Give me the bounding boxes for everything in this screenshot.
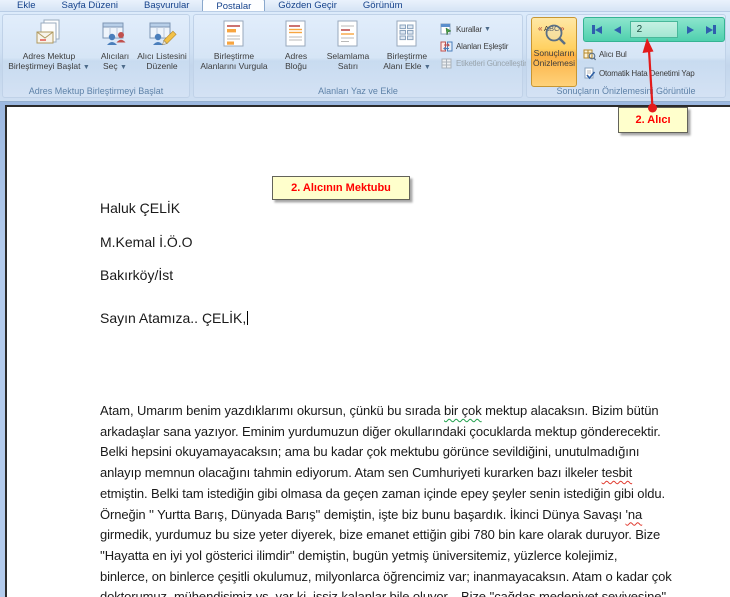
edit-recipient-list-button[interactable]: Alıcı Listesini Düzenle xyxy=(133,17,191,85)
group-write-insert-fields: Birleştirme Alanlarını Vurgula Adres Blo… xyxy=(193,14,527,98)
spelling-flagged-text: cağdaş xyxy=(494,589,536,597)
record-number-input[interactable]: 2 xyxy=(629,21,679,38)
edit-recipient-list-icon xyxy=(147,17,177,51)
text-run: doktorumuz, mühendisimiz vs. var ki, işs… xyxy=(100,589,495,597)
match-fields-icon xyxy=(440,40,453,53)
svg-text:«: « xyxy=(538,24,543,33)
previous-record-button[interactable] xyxy=(607,20,627,39)
dropdown-arrow-icon: ▼ xyxy=(82,64,90,71)
rules-icon xyxy=(440,23,453,36)
paragraph-line: girmedik, yurdumuz bu size yeter diyerek… xyxy=(100,527,661,543)
spelling-flagged-text: tesbit xyxy=(601,465,633,481)
tab-postalar[interactable]: Postalar xyxy=(202,0,266,12)
letter-city[interactable]: Bakırköy/İst xyxy=(100,267,173,283)
highlight-merge-fields-button[interactable]: Birleştirme Alanlarını Vurgula xyxy=(196,17,272,85)
button-label: Birleştirme Alanlarını Vurgula xyxy=(200,51,268,71)
auto-check-errors-icon xyxy=(583,67,596,80)
paragraph-line: Atam, Umarım benim yazdıklarımı okursun,… xyxy=(100,401,700,422)
button-label: Alıcı Listesini Düzenle xyxy=(137,51,187,71)
button-label: Adres Bloğu xyxy=(284,51,308,71)
group-preview-results: « ABC » Sonuçların Önizlemesi 2 xyxy=(526,14,726,98)
find-recipient-icon xyxy=(583,48,596,61)
paragraph-line: Belki hepsini okuyamayacaksın; ama bu ka… xyxy=(100,444,640,460)
insert-merge-field-button[interactable]: Birleştirme Alanı Ekle ▼ xyxy=(378,17,436,85)
update-labels-button[interactable]: Etiketleri Güncelleştir xyxy=(440,55,527,72)
button-label: Sonuçların Önizlemesi xyxy=(532,48,576,68)
greeting-line-button[interactable]: Selamlama Satırı xyxy=(320,17,376,85)
letter-school[interactable]: M.Kemal İ.Ö.O xyxy=(100,234,193,250)
paragraph-line: doktorumuz, mühendisimiz vs. var ki, işs… xyxy=(100,587,700,597)
highlight-merge-fields-icon xyxy=(221,17,247,51)
button-label: Etiketleri Güncelleştir xyxy=(456,59,527,68)
dropdown-arrow-icon: ▼ xyxy=(120,64,127,71)
auto-check-errors-button[interactable]: Otomatik Hata Denetimi Yap xyxy=(583,65,725,82)
letter-salutation[interactable]: Sayın Atamıza.. ÇELİK, xyxy=(100,310,249,326)
button-label: Kurallar xyxy=(456,25,482,34)
tab-basvurular[interactable]: Başvurular xyxy=(131,0,202,11)
group-label: Alanları Yaz ve Ekle xyxy=(318,86,398,96)
find-recipient-button[interactable]: Alıcı Bul xyxy=(583,46,725,63)
match-fields-button[interactable]: Alanları Eşleştir xyxy=(440,38,522,55)
select-recipients-button[interactable]: Alıcıları Seç ▼ xyxy=(95,17,135,85)
greeting-line-icon xyxy=(335,17,361,51)
paragraph-line: binlerce, on binlerce çeşitli okulumuz, … xyxy=(100,568,672,584)
text-run: anlayıp memnun olacağını tahmin ediyorum… xyxy=(100,465,602,481)
paragraph-line: anlayıp memnun olacağını tahmin ediyorum… xyxy=(100,463,700,484)
ribbon: Adres Mektup Birleştirmeyi Başlat ▼ Alıc… xyxy=(0,12,730,102)
select-recipients-icon xyxy=(100,17,130,51)
preview-results-button[interactable]: « ABC » Sonuçların Önizlemesi xyxy=(531,17,577,87)
tab-gozden-gecir[interactable]: Gözden Geçir xyxy=(265,0,350,11)
group-label: Adres Mektup Birleştirmeyi Başlat xyxy=(28,86,164,96)
letter-recipient-name[interactable]: Haluk ÇELİK xyxy=(100,200,180,216)
record-navigator: 2 xyxy=(583,17,725,42)
tab-gorunum[interactable]: Görünüm xyxy=(350,0,416,11)
address-block-icon xyxy=(283,17,309,51)
spelling-flagged-text: 'na xyxy=(625,506,643,522)
text-run: Sayın Atamıza.. ÇELİK, xyxy=(100,310,247,326)
text-run: Atam, Umarım benim yazdıklarımı okursun,… xyxy=(100,403,444,418)
paragraph-line: etmiştin. Belki tam istediğin gibi olmas… xyxy=(100,485,666,501)
ribbon-tab-row: Ekle Sayfa Düzeni Başvurular Postalar Gö… xyxy=(0,0,730,12)
last-record-button[interactable] xyxy=(701,20,721,39)
group-label: Sonuçların Önizlemesini Görüntüle xyxy=(556,86,696,96)
button-label: Alıcı Bul xyxy=(599,50,627,59)
paragraph-line: arkadaşlar sana yazıyor. Eminim yurdumuz… xyxy=(100,423,661,439)
letter-callout: 2. Alıcının Mektubu xyxy=(272,176,410,200)
group-start-mail-merge: Adres Mektup Birleştirmeyi Başlat ▼ Alıc… xyxy=(2,14,190,98)
paragraph-line: ''Hayatta en iyi yol gösterici ilimdir''… xyxy=(100,547,618,563)
dropdown-arrow-icon: ▼ xyxy=(484,26,491,33)
word-window: Ekle Sayfa Düzeni Başvurular Postalar Gö… xyxy=(0,0,730,597)
insert-merge-field-icon xyxy=(394,17,420,51)
button-label: Selamlama Satırı xyxy=(326,51,370,71)
tab-ekle[interactable]: Ekle xyxy=(4,0,48,11)
button-label: Adres Mektup Birleştirmeyi Başlat xyxy=(8,51,81,71)
letter-body[interactable]: Atam, Umarım benim yazdıklarımı okursun,… xyxy=(100,401,700,597)
grammar-flagged-text: bir çok xyxy=(444,403,482,418)
mail-merge-start-icon xyxy=(33,17,65,51)
button-label: Birleştirme Alanı Ekle xyxy=(383,51,428,71)
dropdown-arrow-icon: ▼ xyxy=(423,64,431,71)
first-record-button[interactable] xyxy=(587,20,607,39)
preview-results-icon: « ABC » xyxy=(536,18,572,48)
rules-button[interactable]: Kurallar ▼ xyxy=(440,21,522,38)
recipient-callout: 2. Alıcı xyxy=(618,107,688,133)
update-labels-icon xyxy=(440,57,453,70)
paragraph-line: Örneğin '' Yurtta Barış, Dünyada Barış''… xyxy=(100,505,700,526)
text-run: Örneğin '' Yurtta Barış, Dünyada Barış''… xyxy=(100,506,626,522)
tab-sayfa-duzeni[interactable]: Sayfa Düzeni xyxy=(48,0,131,11)
button-label: Otomatik Hata Denetimi Yap xyxy=(599,69,695,78)
text-run: mektup alacaksın. Bizim bütün xyxy=(481,403,659,418)
start-mail-merge-button[interactable]: Adres Mektup Birleştirmeyi Başlat ▼ xyxy=(5,17,93,85)
button-label: Alanları Eşleştir xyxy=(456,42,509,51)
text-cursor xyxy=(247,311,249,325)
next-record-button[interactable] xyxy=(680,20,700,39)
text-run: medeniyet seviyesine'' xyxy=(535,589,667,597)
address-block-button[interactable]: Adres Bloğu xyxy=(274,17,318,85)
